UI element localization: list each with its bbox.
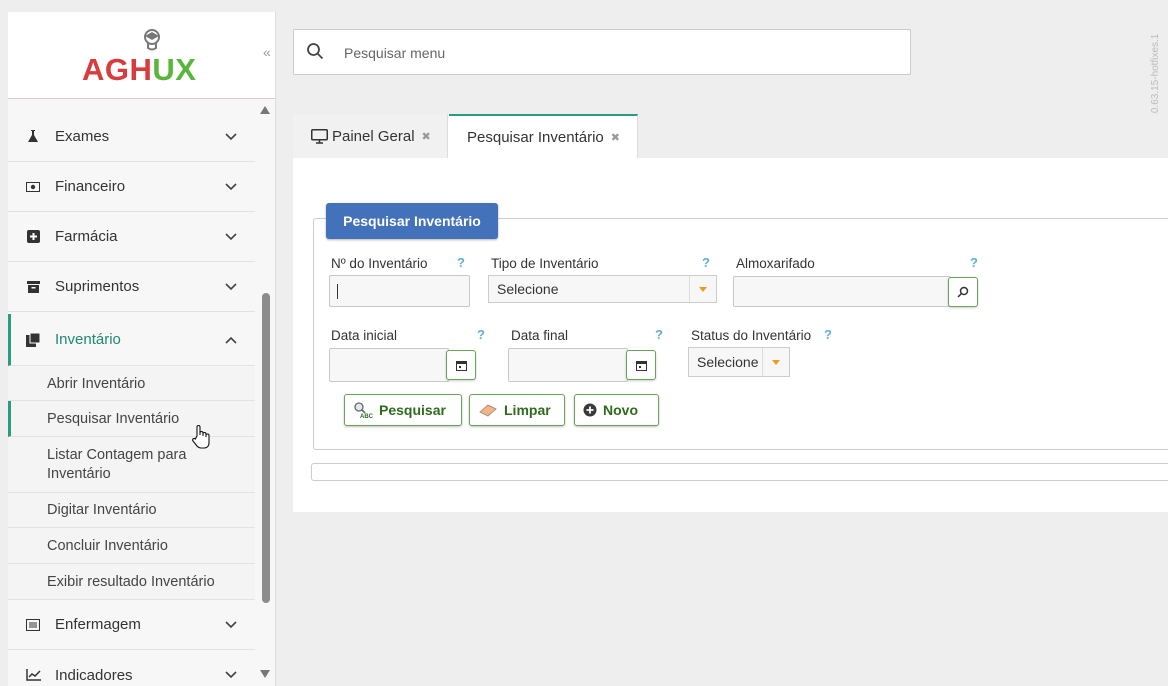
- tab-label: Pesquisar Inventário: [467, 128, 604, 146]
- numero-inventario-input[interactable]: [329, 275, 470, 307]
- data-final-calendar-button[interactable]: [626, 350, 656, 380]
- hand-pointer-icon: [192, 425, 210, 449]
- chevron-down-icon: [225, 618, 255, 632]
- sidebar-item-label: Enfermagem: [55, 616, 141, 633]
- chevron-down-icon: [225, 180, 255, 194]
- data-inicial-label: Data inicial: [331, 328, 398, 343]
- archive-icon: [25, 279, 41, 295]
- eraser-icon: [478, 403, 498, 417]
- dropdown-caret-icon: [762, 348, 789, 376]
- sidebar-item-enfermagem[interactable]: Enfermagem: [8, 600, 255, 650]
- calendar-icon: [635, 360, 647, 371]
- search-icon: [307, 43, 324, 60]
- tipo-inventario-value: Selecione: [497, 281, 559, 297]
- data-inicial-calendar-button[interactable]: [446, 350, 476, 380]
- data-final-label: Data final: [511, 328, 569, 343]
- plus-square-icon: [25, 229, 41, 245]
- aghux-logo: AGHUX: [82, 52, 197, 87]
- tab-strip: [638, 114, 1168, 158]
- sidebar: AGHUX Exames Financeiro Farmácia Suprime…: [8, 12, 276, 686]
- money-icon: [25, 179, 41, 195]
- help-icon[interactable]: ?: [970, 255, 978, 270]
- text-cursor: [337, 284, 338, 299]
- help-icon[interactable]: ?: [824, 327, 832, 342]
- main-panel: Painel Geral ✖ Pesquisar Inventário ✖ Pe…: [293, 114, 1168, 512]
- close-icon[interactable]: ✖: [611, 131, 620, 144]
- sidebar-item-suprimentos[interactable]: Suprimentos: [8, 262, 255, 312]
- sidebar-subitem-listar-contagem[interactable]: Listar Contagem para Inventário: [8, 437, 255, 493]
- chart-line-icon: [25, 667, 41, 683]
- close-icon[interactable]: ✖: [422, 130, 431, 143]
- sidebar-subitem-pesquisar-inventario[interactable]: Pesquisar Inventário: [8, 401, 255, 437]
- results-area: [311, 463, 1168, 481]
- chevron-down-icon: [225, 230, 255, 244]
- sidebar-subitem-exibir-resultado[interactable]: Exibir resultado Inventário: [8, 564, 255, 600]
- version-label: V. 10.63.15-hotfixes.1: [1150, 33, 1161, 130]
- dropdown-caret-icon: [689, 276, 716, 302]
- search-input[interactable]: [342, 39, 896, 67]
- search-icon: [957, 286, 969, 298]
- help-icon[interactable]: ?: [477, 327, 485, 342]
- help-icon[interactable]: ?: [655, 327, 663, 342]
- status-inventario-label: Status do Inventário: [691, 328, 812, 343]
- sidebar-item-inventario[interactable]: Inventário: [8, 314, 255, 366]
- novo-button[interactable]: Novo: [574, 394, 659, 426]
- scroll-up-arrow-icon[interactable]: [260, 106, 270, 116]
- data-inicial-input[interactable]: [329, 348, 449, 382]
- limpar-button[interactable]: Limpar: [469, 394, 565, 426]
- sidebar-item-exames[interactable]: Exames: [8, 112, 255, 162]
- menu-search-box[interactable]: [293, 29, 911, 75]
- almoxarifado-search-button[interactable]: [948, 277, 978, 307]
- sidebar-item-label: Farmácia: [55, 228, 118, 245]
- status-inventario-value: Selecione: [697, 354, 759, 370]
- chevron-down-icon: [225, 130, 255, 144]
- svg-text:ABC: ABC: [360, 414, 373, 419]
- almoxarifado-input[interactable]: [733, 276, 951, 307]
- flask-icon: [25, 129, 41, 145]
- sidebar-scroll-thumb[interactable]: [262, 293, 270, 603]
- plus-circle-icon: [583, 403, 597, 417]
- monitor-icon: [311, 128, 328, 144]
- data-final-input[interactable]: [508, 348, 628, 382]
- sidebar-item-label: Inventário: [55, 331, 121, 348]
- list-icon: [25, 617, 41, 633]
- logo-area: AGHUX: [8, 12, 275, 99]
- status-inventario-select[interactable]: Selecione: [688, 347, 790, 377]
- tipo-inventario-select[interactable]: Selecione: [488, 275, 717, 303]
- tab-painel-geral[interactable]: Painel Geral ✖: [293, 114, 448, 158]
- sidebar-subitem-abrir-inventario[interactable]: Abrir Inventário: [8, 367, 255, 401]
- sidebar-item-farmacia[interactable]: Farmácia: [8, 212, 255, 262]
- sidebar-item-label: Indicadores: [55, 666, 133, 684]
- chevron-up-icon: [225, 333, 255, 347]
- tab-label: Painel Geral: [332, 127, 415, 145]
- help-icon[interactable]: ?: [457, 255, 465, 270]
- numero-inventario-label: Nº do Inventário: [331, 256, 428, 271]
- almoxarifado-label: Almoxarifado: [736, 256, 815, 271]
- sidebar-subitem-concluir-inventario[interactable]: Concluir Inventário: [8, 528, 255, 564]
- limpar-label: Limpar: [504, 402, 551, 418]
- graduation-cap-icon: [144, 29, 160, 51]
- collapse-sidebar-button[interactable]: «: [263, 44, 271, 60]
- pesquisar-label: Pesquisar: [379, 402, 446, 418]
- tipo-inventario-label: Tipo de Inventário: [491, 256, 599, 271]
- tab-pesquisar-inventario[interactable]: Pesquisar Inventário ✖: [449, 114, 638, 158]
- fieldset-legend: Pesquisar Inventário: [326, 203, 498, 239]
- novo-label: Novo: [603, 402, 638, 418]
- sidebar-item-label: Exames: [55, 128, 110, 145]
- help-icon[interactable]: ?: [702, 255, 710, 270]
- sidebar-item-financeiro[interactable]: Financeiro: [8, 162, 255, 212]
- pesquisar-button[interactable]: ABC Pesquisar: [344, 394, 462, 426]
- calendar-icon: [455, 360, 467, 371]
- sidebar-item-label: Suprimentos: [55, 278, 140, 295]
- clipboard-icon: [25, 332, 41, 348]
- sidebar-item-indicadores[interactable]: Indicadores: [8, 650, 255, 686]
- search-abc-icon: ABC: [353, 401, 373, 419]
- chevron-down-icon: [225, 668, 255, 682]
- chevron-down-icon: [225, 280, 255, 294]
- scroll-down-arrow-icon[interactable]: [260, 670, 270, 680]
- sidebar-item-label: Financeiro: [55, 178, 126, 195]
- sidebar-subitem-digitar-inventario[interactable]: Digitar Inventário: [8, 493, 255, 528]
